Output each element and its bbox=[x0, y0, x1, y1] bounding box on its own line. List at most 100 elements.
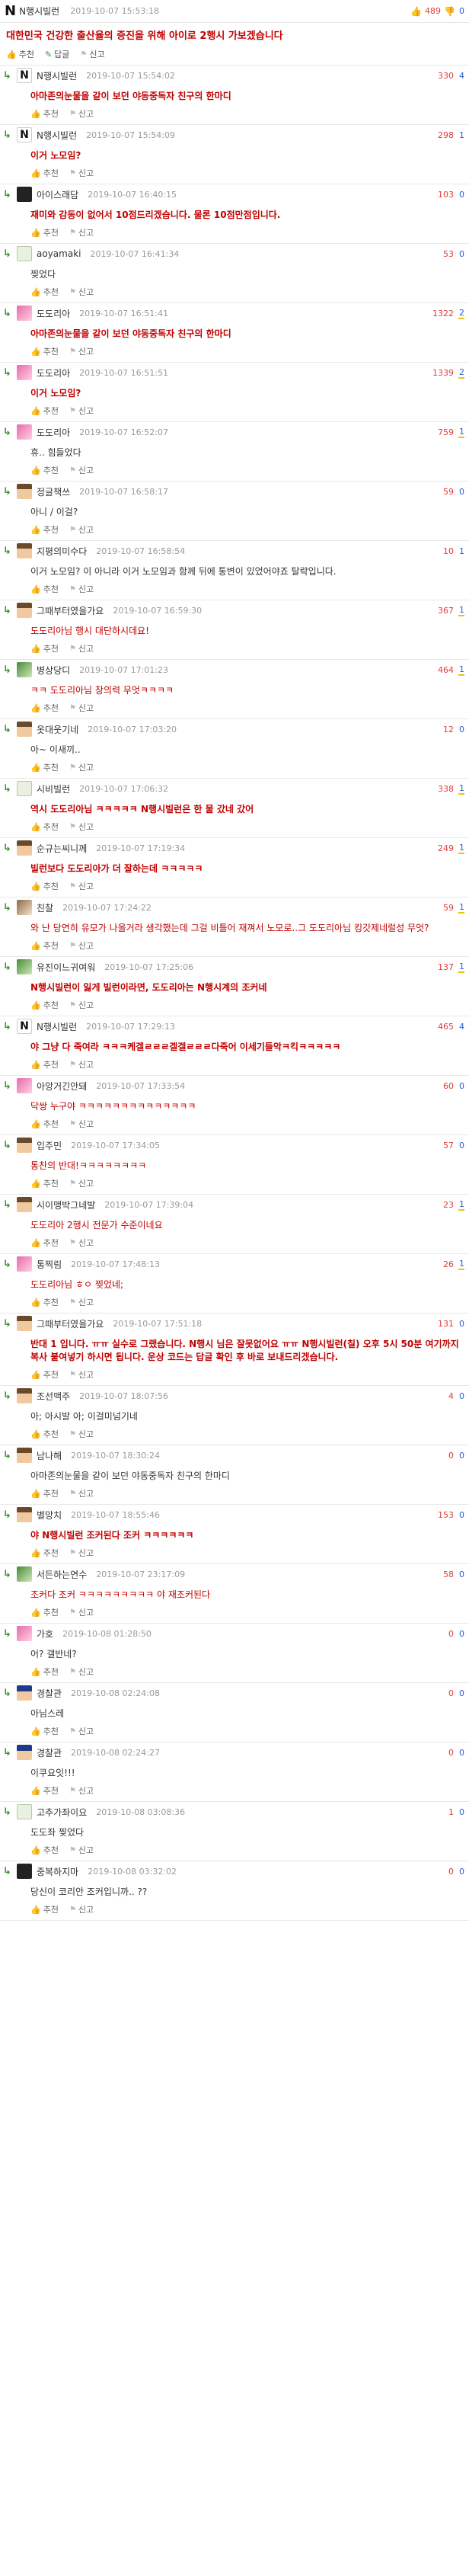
avatar-icon[interactable] bbox=[17, 1745, 32, 1760]
comment-nickname[interactable]: 가호 bbox=[37, 1627, 53, 1640]
comment-nickname[interactable]: 친찰 bbox=[37, 901, 53, 914]
recommend-button[interactable]: 👍 추천 bbox=[30, 1725, 59, 1737]
recommend-button[interactable]: 👍 추천 bbox=[30, 1428, 59, 1440]
recommend-button[interactable]: 👍 추천 bbox=[30, 464, 59, 476]
comment-nickname[interactable]: N행시빌런 bbox=[37, 69, 77, 82]
recommend-button[interactable]: 👍 추천 bbox=[30, 821, 59, 833]
recommend-button[interactable]: 👍 추천 bbox=[30, 107, 59, 120]
avatar-icon[interactable]: N bbox=[17, 1019, 32, 1034]
comment-reply-count[interactable]: 1 bbox=[458, 130, 464, 140]
comment-reply-count[interactable]: 1 bbox=[458, 1199, 464, 1211]
comment-nickname[interactable]: 별망치 bbox=[37, 1509, 62, 1522]
thumbs-down-icon[interactable]: 👎 bbox=[444, 6, 455, 17]
comment-nickname[interactable]: 시이맹박그네발 bbox=[37, 1198, 95, 1211]
avatar-icon[interactable]: N bbox=[17, 127, 32, 142]
report-button[interactable]: ⚑ 신고 bbox=[69, 345, 94, 357]
recommend-button[interactable]: 👍 추천 bbox=[30, 523, 59, 536]
recommend-button[interactable]: 👍 추천 bbox=[30, 939, 59, 952]
avatar-icon[interactable] bbox=[17, 1138, 32, 1153]
comment-reply-count[interactable]: 1 bbox=[458, 843, 464, 854]
comment-reply-count[interactable]: 0 bbox=[458, 1081, 464, 1091]
recommend-button[interactable]: 👍 추천 bbox=[30, 1177, 59, 1189]
recommend-button[interactable]: 👍 추천 bbox=[30, 1058, 59, 1070]
op-nickname[interactable]: N행시빌런 bbox=[19, 5, 59, 18]
comment-nickname[interactable]: 도도리아 bbox=[37, 426, 70, 439]
comment-reply-count[interactable]: 0 bbox=[458, 1510, 464, 1520]
recommend-button[interactable]: 👍 추천 bbox=[30, 345, 59, 357]
report-button[interactable]: ⚑ 신고 bbox=[69, 226, 94, 238]
avatar-icon[interactable] bbox=[17, 246, 32, 261]
comment-nickname[interactable]: 순규는씨니께 bbox=[37, 842, 87, 855]
comment-nickname[interactable]: 경찰관 bbox=[37, 1687, 62, 1700]
report-button[interactable]: ⚑ 신고 bbox=[69, 405, 94, 417]
comment-reply-count[interactable]: 0 bbox=[458, 1391, 464, 1401]
recommend-button[interactable]: 👍 추천 bbox=[30, 999, 59, 1011]
recommend-button[interactable]: 👍 추천 bbox=[30, 761, 59, 773]
report-button[interactable]: ⚑ 신고 bbox=[69, 464, 94, 476]
comment-nickname[interactable]: 아이스래담 bbox=[37, 188, 78, 201]
report-button[interactable]: ⚑ 신고 bbox=[69, 523, 94, 536]
comment-reply-count[interactable]: 1 bbox=[458, 546, 464, 556]
report-button[interactable]: ⚑ 신고 bbox=[69, 1296, 94, 1308]
comment-nickname[interactable]: 아앙거긴안돼 bbox=[37, 1080, 87, 1093]
avatar-icon[interactable] bbox=[17, 722, 32, 737]
comment-reply-count[interactable]: 1 bbox=[458, 1259, 464, 1270]
recommend-button[interactable]: 👍 추천 bbox=[30, 1784, 59, 1797]
report-button[interactable]: ⚑ 신고 bbox=[69, 167, 94, 179]
comment-nickname[interactable]: 경찰관 bbox=[37, 1746, 62, 1759]
comment-nickname[interactable]: 병상당디 bbox=[37, 664, 70, 677]
report-button[interactable]: ⚑ 신고 bbox=[69, 1606, 94, 1618]
avatar-icon[interactable] bbox=[17, 1388, 32, 1403]
report-button[interactable]: ⚑ 신고 bbox=[69, 1547, 94, 1559]
comment-nickname[interactable]: 그때부터였을가요 bbox=[37, 604, 104, 617]
avatar-icon[interactable] bbox=[17, 1078, 32, 1093]
report-button[interactable]: ⚑ 신고 bbox=[69, 642, 94, 654]
avatar-icon[interactable] bbox=[17, 1197, 32, 1212]
comment-reply-count[interactable]: 0 bbox=[458, 1807, 464, 1817]
avatar-icon[interactable] bbox=[17, 1256, 32, 1272]
comment-reply-count[interactable]: 0 bbox=[458, 1748, 464, 1758]
recommend-button[interactable]: 👍 추천 bbox=[30, 642, 59, 654]
avatar-icon[interactable]: N bbox=[17, 68, 32, 83]
recommend-button[interactable]: 👍 추천 bbox=[30, 880, 59, 892]
comment-reply-count[interactable]: 0 bbox=[458, 725, 464, 734]
report-button[interactable]: ⚑ 신고 bbox=[69, 583, 94, 595]
op-reply-button[interactable]: ✎ 답글 bbox=[45, 48, 69, 60]
report-button[interactable]: ⚑ 신고 bbox=[69, 107, 94, 120]
avatar-icon[interactable] bbox=[17, 959, 32, 974]
comment-reply-count[interactable]: 1 bbox=[458, 605, 464, 616]
avatar-icon[interactable] bbox=[17, 1685, 32, 1701]
comment-reply-count[interactable]: 4 bbox=[458, 71, 464, 81]
comment-reply-count[interactable]: 1 bbox=[458, 962, 464, 973]
recommend-button[interactable]: 👍 추천 bbox=[30, 1606, 59, 1618]
avatar-icon[interactable] bbox=[17, 1804, 32, 1819]
comment-nickname[interactable]: 옷대웃기네 bbox=[37, 723, 78, 736]
recommend-button[interactable]: 👍 추천 bbox=[30, 1118, 59, 1130]
comment-nickname[interactable]: 서든하는연수 bbox=[37, 1568, 87, 1581]
comment-reply-count[interactable]: 0 bbox=[458, 1319, 464, 1329]
comment-reply-count[interactable]: 1 bbox=[458, 664, 464, 676]
thumbs-up-icon[interactable]: 👍 bbox=[410, 6, 422, 17]
comment-nickname[interactable]: 중복하지마 bbox=[37, 1865, 78, 1878]
recommend-button[interactable]: 👍 추천 bbox=[30, 583, 59, 595]
recommend-button[interactable]: 👍 추천 bbox=[30, 226, 59, 238]
comment-reply-count[interactable]: 0 bbox=[458, 190, 464, 200]
recommend-button[interactable]: 👍 추천 bbox=[30, 702, 59, 714]
comment-nickname[interactable]: 지평의미수다 bbox=[37, 545, 87, 558]
report-button[interactable]: ⚑ 신고 bbox=[69, 1784, 94, 1797]
avatar-icon[interactable] bbox=[17, 1316, 32, 1331]
avatar-icon[interactable] bbox=[17, 1507, 32, 1522]
avatar-icon[interactable] bbox=[17, 365, 32, 380]
op-recommend-button[interactable]: 👍 추천 bbox=[6, 48, 34, 60]
avatar-icon[interactable] bbox=[17, 424, 32, 440]
comment-nickname[interactable]: 도도리아 bbox=[37, 366, 70, 379]
comment-reply-count[interactable]: 4 bbox=[458, 1022, 464, 1032]
comment-nickname[interactable]: 시비빌런 bbox=[37, 782, 70, 795]
report-button[interactable]: ⚑ 신고 bbox=[69, 880, 94, 892]
comment-nickname[interactable]: N행시빌런 bbox=[37, 1020, 77, 1033]
comment-nickname[interactable]: 그때부터였을가요 bbox=[37, 1317, 104, 1330]
comment-reply-count[interactable]: 0 bbox=[458, 1867, 464, 1877]
report-button[interactable]: ⚑ 신고 bbox=[69, 1428, 94, 1440]
comment-nickname[interactable]: 도도리아 bbox=[37, 307, 70, 320]
report-button[interactable]: ⚑ 신고 bbox=[69, 702, 94, 714]
